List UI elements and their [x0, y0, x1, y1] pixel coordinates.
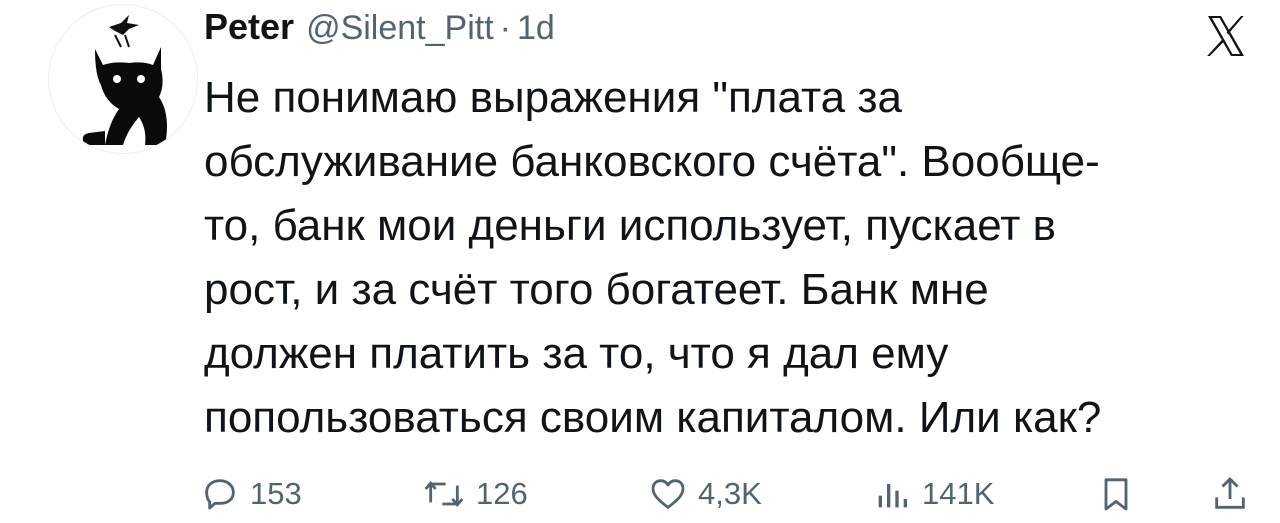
repost-count: 126	[476, 476, 528, 511]
avatar[interactable]	[48, 4, 198, 154]
heart-icon	[651, 479, 685, 509]
views-button[interactable]: 141K	[872, 470, 994, 518]
like-button[interactable]: 4,3K	[648, 470, 762, 518]
display-name[interactable]: Peter	[204, 6, 294, 48]
header-separator: ·	[499, 9, 511, 47]
action-bar: 153 126 4,3K 141K	[200, 470, 1260, 520]
views-icon	[878, 484, 907, 508]
bookmark-icon	[1104, 478, 1128, 511]
tweet-text-line: то, банк мои деньги использует, пускает …	[204, 201, 1056, 250]
reply-icon	[205, 479, 235, 510]
like-count: 4,3K	[698, 476, 762, 511]
reply-button[interactable]: 153	[200, 470, 302, 518]
black-cat-silhouette-icon	[82, 15, 167, 145]
tweet-text-line: попользоваться своим капиталом. Или как?	[204, 393, 1102, 442]
tweet-text: Не понимаю выражения "плата за обслужива…	[204, 66, 1264, 450]
timestamp[interactable]: 1d	[517, 9, 555, 48]
repost-icon	[424, 480, 464, 508]
x-logo-icon[interactable]	[1202, 12, 1250, 60]
repost-button[interactable]: 126	[422, 470, 528, 518]
tweet-text-line: рост, и за счёт того богатеет. Банк мне	[204, 265, 989, 314]
tweet-text-line: обслуживание банковского счёта". Вообще-	[204, 137, 1100, 186]
user-handle[interactable]: @Silent_Pitt	[306, 9, 494, 48]
share-icon	[1215, 476, 1245, 509]
tweet-text-line: Не понимаю выражения "плата за	[204, 73, 902, 122]
tweet-header: Peter @Silent_Pitt · 1d	[204, 6, 555, 50]
reply-count: 153	[250, 476, 302, 511]
views-count: 141K	[922, 476, 995, 511]
share-button[interactable]	[1210, 470, 1250, 518]
bookmark-button[interactable]	[1096, 470, 1136, 518]
tweet-text-line: должен платить за то, что я дал ему	[204, 329, 949, 378]
